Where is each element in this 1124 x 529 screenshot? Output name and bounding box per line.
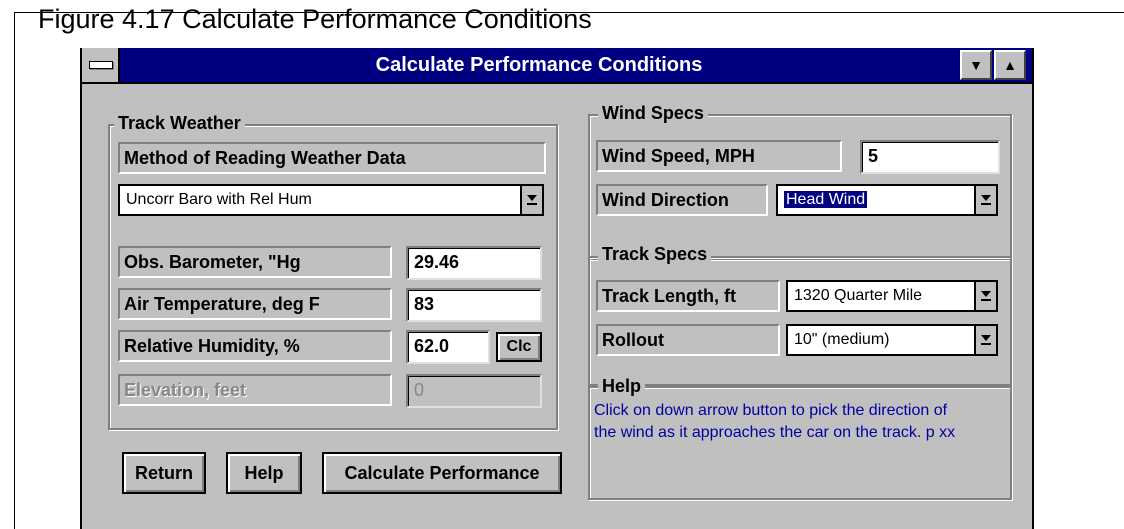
track-specs-title: Track Specs <box>598 244 712 264</box>
help-text: Click on down arrow button to pick the d… <box>594 400 1008 444</box>
track-length-dropdown-button[interactable] <box>974 282 996 310</box>
air-temperature-input[interactable]: 83 <box>406 288 542 322</box>
wind-speed-input[interactable]: 5 <box>860 140 1000 174</box>
weather-method-dropdown-button[interactable] <box>520 186 542 214</box>
wind-direction-dropdown-button[interactable] <box>974 186 996 214</box>
calculate-performance-button[interactable]: Calculate Performance <box>322 452 562 494</box>
arrow-down-icon <box>981 291 991 301</box>
title-bar: Calculate Performance Conditions ▼ ▲ <box>82 48 1032 84</box>
track-specs-group <box>588 256 1012 386</box>
help-text-line-1: Click on down arrow button to pick the d… <box>594 402 948 419</box>
help-title: Help <box>598 376 646 396</box>
wind-specs-title: Wind Specs <box>598 103 708 123</box>
window-title: Calculate Performance Conditions <box>375 54 703 76</box>
minimize-button[interactable]: ▼ <box>960 50 992 80</box>
help-button[interactable]: Help <box>226 452 302 494</box>
calculate-humidity-button[interactable]: Clc <box>496 332 542 362</box>
frame-left-border <box>14 12 15 529</box>
weather-method-value: Uncorr Baro with Rel Hum <box>126 191 312 208</box>
air-temperature-label: Air Temperature, deg F <box>118 288 392 320</box>
help-text-line-2: the wind as it approaches the car on the… <box>594 424 956 441</box>
wind-direction-value: Head Wind <box>782 190 869 209</box>
arrow-down-icon <box>981 335 991 345</box>
barometer-input[interactable]: 29.46 <box>406 246 542 280</box>
weather-method-select[interactable]: Uncorr Baro with Rel Hum <box>118 184 544 216</box>
track-length-select[interactable]: 1320 Quarter Mile <box>786 280 998 312</box>
barometer-label: Obs. Barometer, "Hg <box>118 246 392 278</box>
figure-caption: Figure 4.17 Calculate Performance Condit… <box>38 4 592 34</box>
wind-direction-label: Wind Direction <box>596 184 768 216</box>
system-menu-icon <box>89 61 113 69</box>
elevation-label: Elevation, feet <box>118 374 392 406</box>
rollout-dropdown-button[interactable] <box>974 326 996 354</box>
arrow-down-icon <box>527 195 537 205</box>
relative-humidity-label: Relative Humidity, % <box>118 330 392 362</box>
elevation-input[interactable]: 0 <box>406 374 542 408</box>
maximize-button[interactable]: ▲ <box>994 50 1026 80</box>
frame-top-border <box>14 12 1124 13</box>
dialog-window: Calculate Performance Conditions ▼ ▲ Tra… <box>80 48 1034 529</box>
track-length-value: 1320 Quarter Mile <box>794 287 923 304</box>
relative-humidity-input[interactable]: 62.0 <box>406 330 490 364</box>
rollout-label: Rollout <box>596 324 780 356</box>
wind-speed-label: Wind Speed, MPH <box>596 140 842 172</box>
track-length-label: Track Length, ft <box>596 280 780 312</box>
track-weather-title: Track Weather <box>114 113 245 133</box>
weather-method-label: Method of Reading Weather Data <box>118 142 546 174</box>
rollout-select[interactable]: 10" (medium) <box>786 324 998 356</box>
arrow-down-icon <box>981 195 991 205</box>
rollout-value: 10" (medium) <box>794 331 890 348</box>
return-button[interactable]: Return <box>122 452 206 494</box>
system-menu-button[interactable] <box>82 48 120 82</box>
wind-direction-select[interactable]: Head Wind <box>776 184 998 216</box>
